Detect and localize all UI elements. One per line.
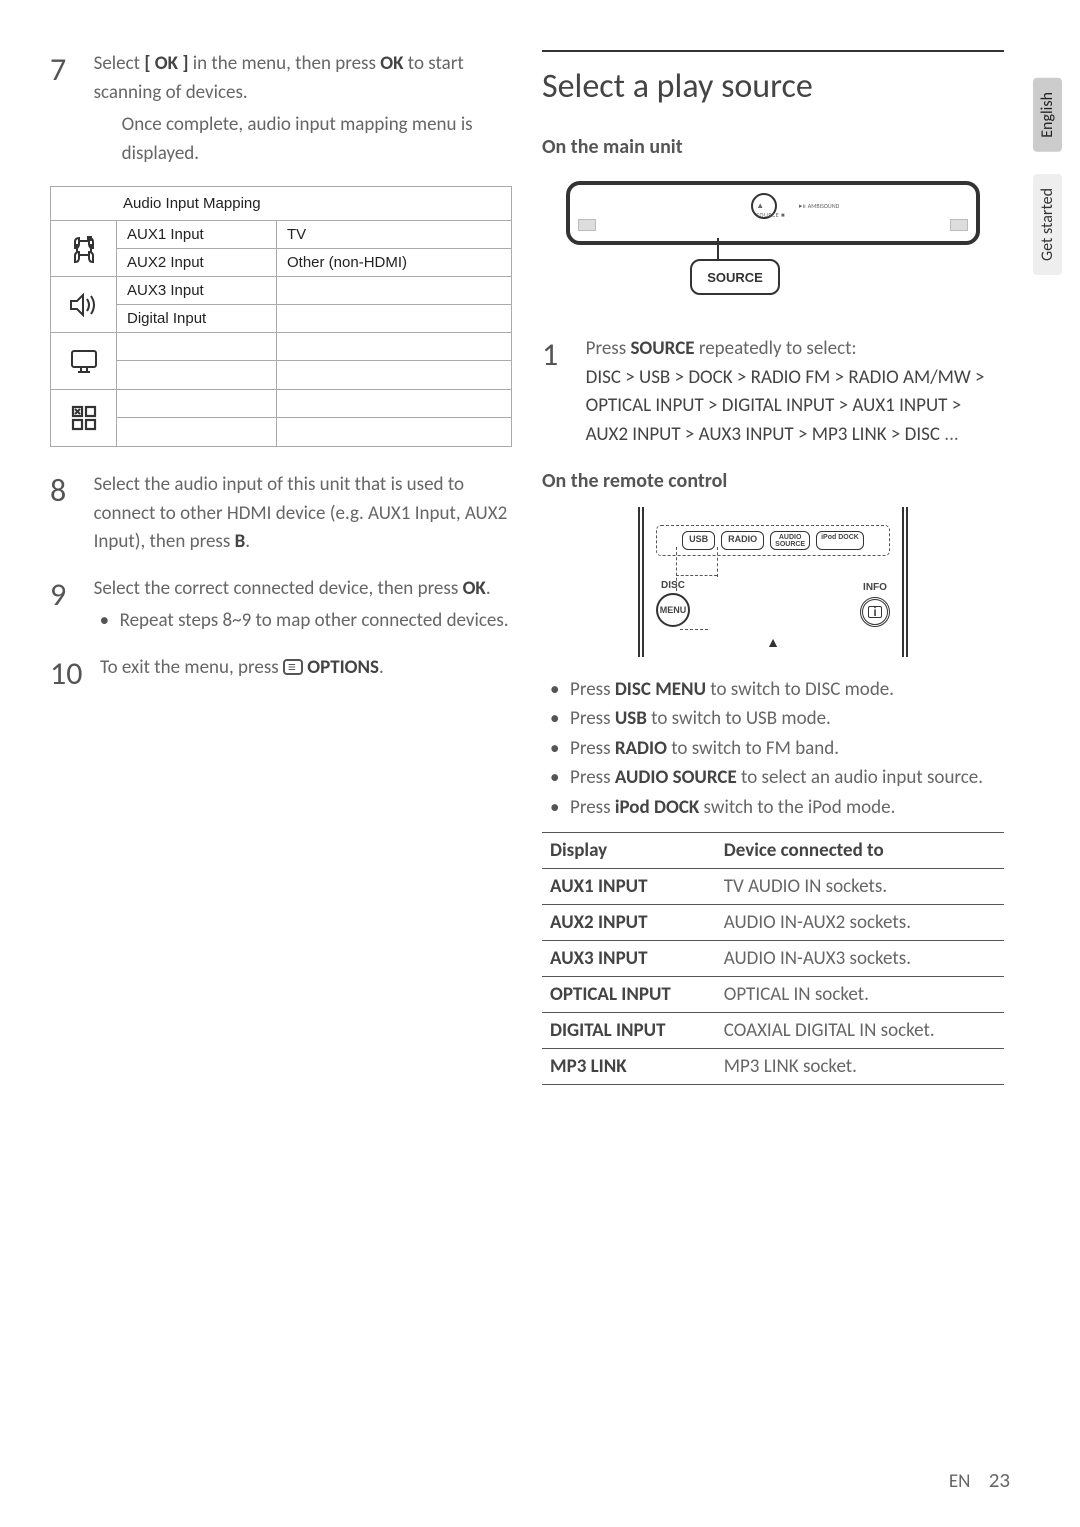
disc-label: DISC (656, 580, 690, 591)
speaker-icon (51, 277, 117, 332)
info-label: INFO (860, 582, 890, 593)
step-7: 7 Select [ OK ] in the menu, then press … (50, 50, 512, 168)
list-item: Press RADIO to switch to FM band. (548, 734, 1004, 763)
table-row: DIGITAL INPUTCOAXIAL DIGITAL IN socket. (542, 1013, 1004, 1049)
list-item: Press DISC MENU to switch to DISC mode. (548, 675, 1004, 704)
table-header: Device connected to (716, 833, 1004, 869)
text: Press (586, 337, 631, 360)
step-number: 8 (50, 471, 90, 510)
sub-text: Repeat steps 8~9 to map other connected … (120, 609, 509, 632)
unit-speaker-left (578, 219, 596, 231)
ok-label: OK (463, 577, 486, 600)
table-row: AUX1 INPUTTV AUDIO IN sockets. (542, 869, 1004, 905)
step-1-right: 1 Press SOURCE repeatedly to select: DIS… (542, 335, 1004, 449)
audio-input-mapping-box: Audio Input Mapping AUX1 InputTV AUX2 In… (50, 186, 512, 447)
unit-speaker-right (950, 219, 968, 231)
list-item: Press USB to switch to USB mode. (548, 704, 1004, 733)
text: To exit the menu, press (100, 656, 283, 679)
list-item: Press AUDIO SOURCE to select an audio in… (548, 763, 1004, 792)
aim-title: Audio Input Mapping (51, 187, 511, 220)
source-chain: DISC > USB > DOCK > RADIO FM > RADIO AM/… (586, 366, 985, 446)
step-8: 8 Select the audio input of this unit th… (50, 471, 512, 557)
devices-icon (51, 221, 117, 276)
text: Select the correct connected device, the… (94, 577, 463, 600)
page-footer: EN 23 (949, 1467, 1010, 1493)
unit-label-right: AMBISOUND (799, 201, 839, 210)
step-number: 7 (50, 50, 90, 89)
usb-button: USB (682, 531, 715, 550)
remote-top-row: USB RADIO AUDIOSOURCE iPod DOCK (656, 525, 890, 556)
step-number: 1 (542, 335, 582, 374)
table-row: AUX2 INPUTAUDIO IN-AUX2 sockets. (542, 905, 1004, 941)
step-number: 10 (50, 654, 100, 693)
ipod-dock-button: iPod DOCK (816, 531, 864, 550)
aim-value (277, 277, 511, 304)
callout-line (717, 238, 719, 260)
options-label: OPTIONS (307, 656, 379, 679)
text: Select the audio input of this unit that… (94, 473, 508, 553)
period: . (245, 530, 250, 553)
period: . (486, 577, 491, 600)
aim-label: AUX1 Input (117, 221, 277, 248)
aim-label: AUX2 Input (117, 249, 277, 276)
text: repeatedly to select: (695, 337, 857, 360)
grid-icon (51, 390, 117, 446)
period: . (379, 656, 384, 679)
table-row: MP3 LINKMP3 LINK socket. (542, 1049, 1004, 1085)
up-caret-icon: ▲ (656, 634, 890, 651)
aim-value (277, 305, 511, 332)
monitor-icon (51, 333, 117, 389)
device-table: Display Device connected to AUX1 INPUTTV… (542, 832, 1004, 1085)
aim-label: AUX3 Input (117, 277, 277, 304)
section-heading: Select a play source (542, 66, 1004, 107)
audio-source-button: AUDIOSOURCE (770, 531, 810, 550)
unit-diagram: ▲SOURCE ■ AMBISOUND SOURCE (542, 173, 1004, 313)
radio-button: RADIO (721, 531, 764, 550)
continuation-text: Once complete, audio input mapping menu … (122, 113, 473, 165)
source-callout: SOURCE (690, 259, 780, 295)
text: in the menu, then press (189, 52, 381, 75)
language-tab: English (1033, 78, 1062, 152)
b-button-label: B (235, 530, 246, 553)
step-10: 10 To exit the menu, press OPTIONS. (50, 654, 512, 693)
remote-bullet-list: Press DISC MENU to switch to DISC mode. … (542, 675, 1004, 822)
aim-value: Other (non-HDMI) (277, 249, 511, 276)
info-button: i (860, 597, 890, 627)
subhead-main-unit: On the main unit (542, 135, 1004, 159)
table-header: Display (542, 833, 716, 869)
side-tabs: English Get started (1033, 78, 1062, 275)
step-9: 9 Select the correct connected device, t… (50, 575, 512, 636)
remote-diagram: USB RADIO AUDIOSOURCE iPod DOCK DISC MEN… (638, 507, 908, 657)
menu-button: MENU (656, 593, 690, 627)
subhead-remote: On the remote control (542, 469, 1004, 493)
dash-line (676, 575, 717, 576)
dash-line (680, 629, 708, 630)
footer-lang: EN (949, 1470, 971, 1493)
dash-line (676, 547, 677, 591)
options-icon (283, 659, 303, 675)
section-rule (542, 50, 1004, 52)
ok-bracket-label: [ OK ] (144, 52, 188, 75)
trail: ... (940, 423, 959, 446)
footer-page: 23 (989, 1467, 1010, 1493)
source-label: SOURCE (630, 337, 694, 360)
ok-label: OK (380, 52, 403, 75)
step-number: 9 (50, 575, 90, 614)
text: Select (94, 52, 145, 75)
section-tab: Get started (1033, 174, 1062, 275)
aim-value: TV (277, 221, 511, 248)
table-row: OPTICAL INPUTOPTICAL IN socket. (542, 977, 1004, 1013)
list-item: Press iPod DOCK switch to the iPod mode. (548, 793, 1004, 822)
dash-line (717, 547, 718, 577)
unit-label-left: ▲SOURCE ■ (756, 201, 785, 219)
table-row: AUX3 INPUTAUDIO IN-AUX3 sockets. (542, 941, 1004, 977)
aim-label: Digital Input (117, 305, 277, 332)
